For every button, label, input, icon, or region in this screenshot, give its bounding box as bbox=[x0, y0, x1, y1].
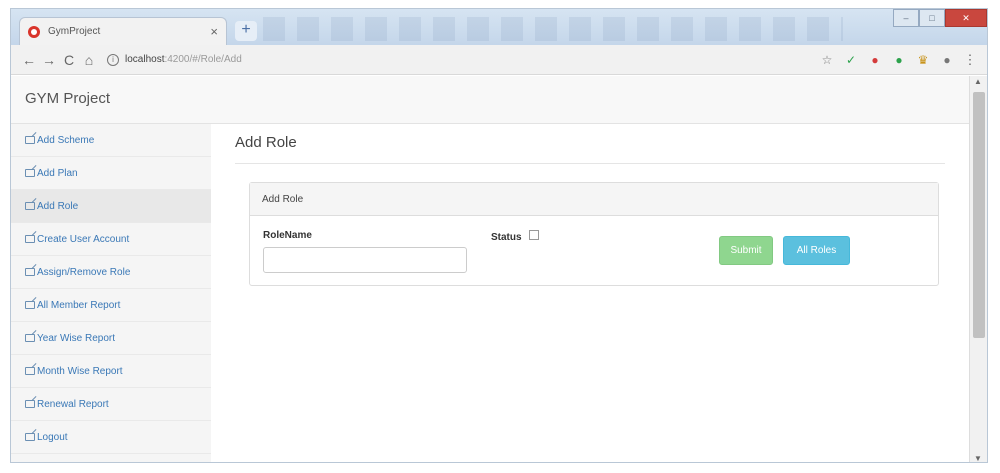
app-page: GYM Project Add Scheme Add Plan Add Role… bbox=[11, 76, 969, 462]
gym-project-favicon-icon bbox=[28, 25, 40, 38]
sidebar-item-label: Add Plan bbox=[37, 167, 78, 179]
sidebar-item-label: Add Role bbox=[37, 200, 79, 212]
url-host: localhost bbox=[125, 54, 165, 65]
page-title: Add Role bbox=[235, 134, 945, 164]
extension-red-icon[interactable]: ● bbox=[865, 53, 885, 67]
page-scrollbar[interactable]: ▲ ▼ bbox=[969, 76, 987, 462]
sidebar-item-add-role[interactable]: Add Role bbox=[11, 190, 211, 223]
url-path: :4200/#/Role/Add bbox=[164, 54, 242, 65]
sidebar-item-add-plan[interactable]: Add Plan bbox=[11, 157, 211, 190]
minimize-button[interactable]: – bbox=[893, 9, 919, 27]
extension-check-icon[interactable]: ✓ bbox=[841, 53, 861, 67]
panel-heading: Add Role bbox=[250, 183, 938, 216]
sidebar-item-assign-remove-role[interactable]: Assign/Remove Role bbox=[11, 256, 211, 289]
edit-icon bbox=[25, 334, 35, 342]
edit-icon bbox=[25, 136, 35, 144]
scroll-thumb[interactable] bbox=[973, 92, 985, 338]
sidebar-item-year-wise-report[interactable]: Year Wise Report bbox=[11, 322, 211, 355]
browser-tab[interactable]: GymProject × bbox=[19, 17, 227, 45]
sidebar-item-logout[interactable]: Logout bbox=[11, 421, 211, 454]
sidebar-item-month-wise-report[interactable]: Month Wise Report bbox=[11, 355, 211, 388]
edit-icon bbox=[25, 301, 35, 309]
status-label: Status bbox=[491, 232, 522, 243]
browser-window: GymProject × + – □ ✕ ← → C ⌂ i localhost… bbox=[10, 8, 988, 463]
site-info-icon[interactable]: i bbox=[107, 53, 119, 66]
maximize-button[interactable]: □ bbox=[919, 9, 945, 27]
add-role-panel: Add Role RoleName Status Submit All Role… bbox=[249, 182, 939, 286]
forward-icon[interactable]: → bbox=[39, 52, 59, 68]
all-roles-button[interactable]: All Roles bbox=[783, 236, 850, 265]
browser-menu-icon[interactable]: ⋮ bbox=[961, 52, 979, 68]
extension-green-icon[interactable]: ● bbox=[889, 53, 909, 67]
sidebar-item-all-member-report[interactable]: All Member Report bbox=[11, 289, 211, 322]
browser-titlebar: GymProject × + – □ ✕ bbox=[11, 9, 987, 45]
edit-icon bbox=[25, 400, 35, 408]
sidebar-item-label: Create User Account bbox=[37, 233, 130, 245]
sidebar: Add Scheme Add Plan Add Role Create User… bbox=[11, 124, 211, 462]
new-tab-button[interactable]: + bbox=[235, 21, 257, 41]
brand-title[interactable]: GYM Project bbox=[25, 90, 110, 107]
submit-button[interactable]: Submit bbox=[719, 236, 773, 265]
rolename-input[interactable] bbox=[263, 247, 467, 273]
sidebar-item-label: Assign/Remove Role bbox=[37, 266, 131, 278]
sidebar-item-label: Renewal Report bbox=[37, 398, 109, 410]
sidebar-item-label: Logout bbox=[37, 431, 68, 443]
edit-icon bbox=[25, 268, 35, 276]
blurred-background-toolbar bbox=[263, 17, 843, 41]
home-icon[interactable]: ⌂ bbox=[79, 52, 99, 68]
sidebar-item-label: All Member Report bbox=[37, 299, 121, 311]
back-icon[interactable]: ← bbox=[19, 52, 39, 68]
close-window-button[interactable]: ✕ bbox=[945, 9, 987, 27]
edit-icon bbox=[25, 433, 35, 441]
address-bar[interactable]: localhost:4200/#/Role/Add bbox=[125, 54, 817, 65]
browser-toolbar: ← → C ⌂ i localhost:4200/#/Role/Add ☆ ✓ … bbox=[11, 45, 987, 75]
main-content: Add Role Add Role RoleName Status Submit… bbox=[235, 134, 945, 286]
sidebar-item-renewal-report[interactable]: Renewal Report bbox=[11, 388, 211, 421]
edit-icon bbox=[25, 235, 35, 243]
sidebar-item-label: Add Scheme bbox=[37, 134, 95, 146]
edit-icon bbox=[25, 367, 35, 375]
bookmark-star-icon[interactable]: ☆ bbox=[817, 53, 837, 67]
top-navbar: GYM Project bbox=[11, 76, 969, 124]
sidebar-item-label: Month Wise Report bbox=[37, 365, 123, 377]
status-checkbox[interactable] bbox=[529, 230, 539, 240]
sidebar-item-create-user-account[interactable]: Create User Account bbox=[11, 223, 211, 256]
reload-icon[interactable]: C bbox=[59, 52, 79, 68]
edit-icon bbox=[25, 202, 35, 210]
tab-title: GymProject bbox=[48, 26, 101, 37]
edit-icon bbox=[25, 169, 35, 177]
sidebar-item-label: Year Wise Report bbox=[37, 332, 115, 344]
extension-crown-icon[interactable]: ♛ bbox=[913, 53, 933, 67]
tab-close-icon[interactable]: × bbox=[210, 24, 218, 39]
sidebar-item-add-scheme[interactable]: Add Scheme bbox=[11, 124, 211, 157]
rolename-label: RoleName bbox=[263, 230, 312, 241]
profile-avatar-icon[interactable]: ● bbox=[937, 53, 957, 67]
window-controls: – □ ✕ bbox=[893, 9, 987, 27]
scroll-down-icon[interactable]: ▼ bbox=[974, 454, 982, 462]
scroll-up-icon[interactable]: ▲ bbox=[974, 77, 982, 86]
